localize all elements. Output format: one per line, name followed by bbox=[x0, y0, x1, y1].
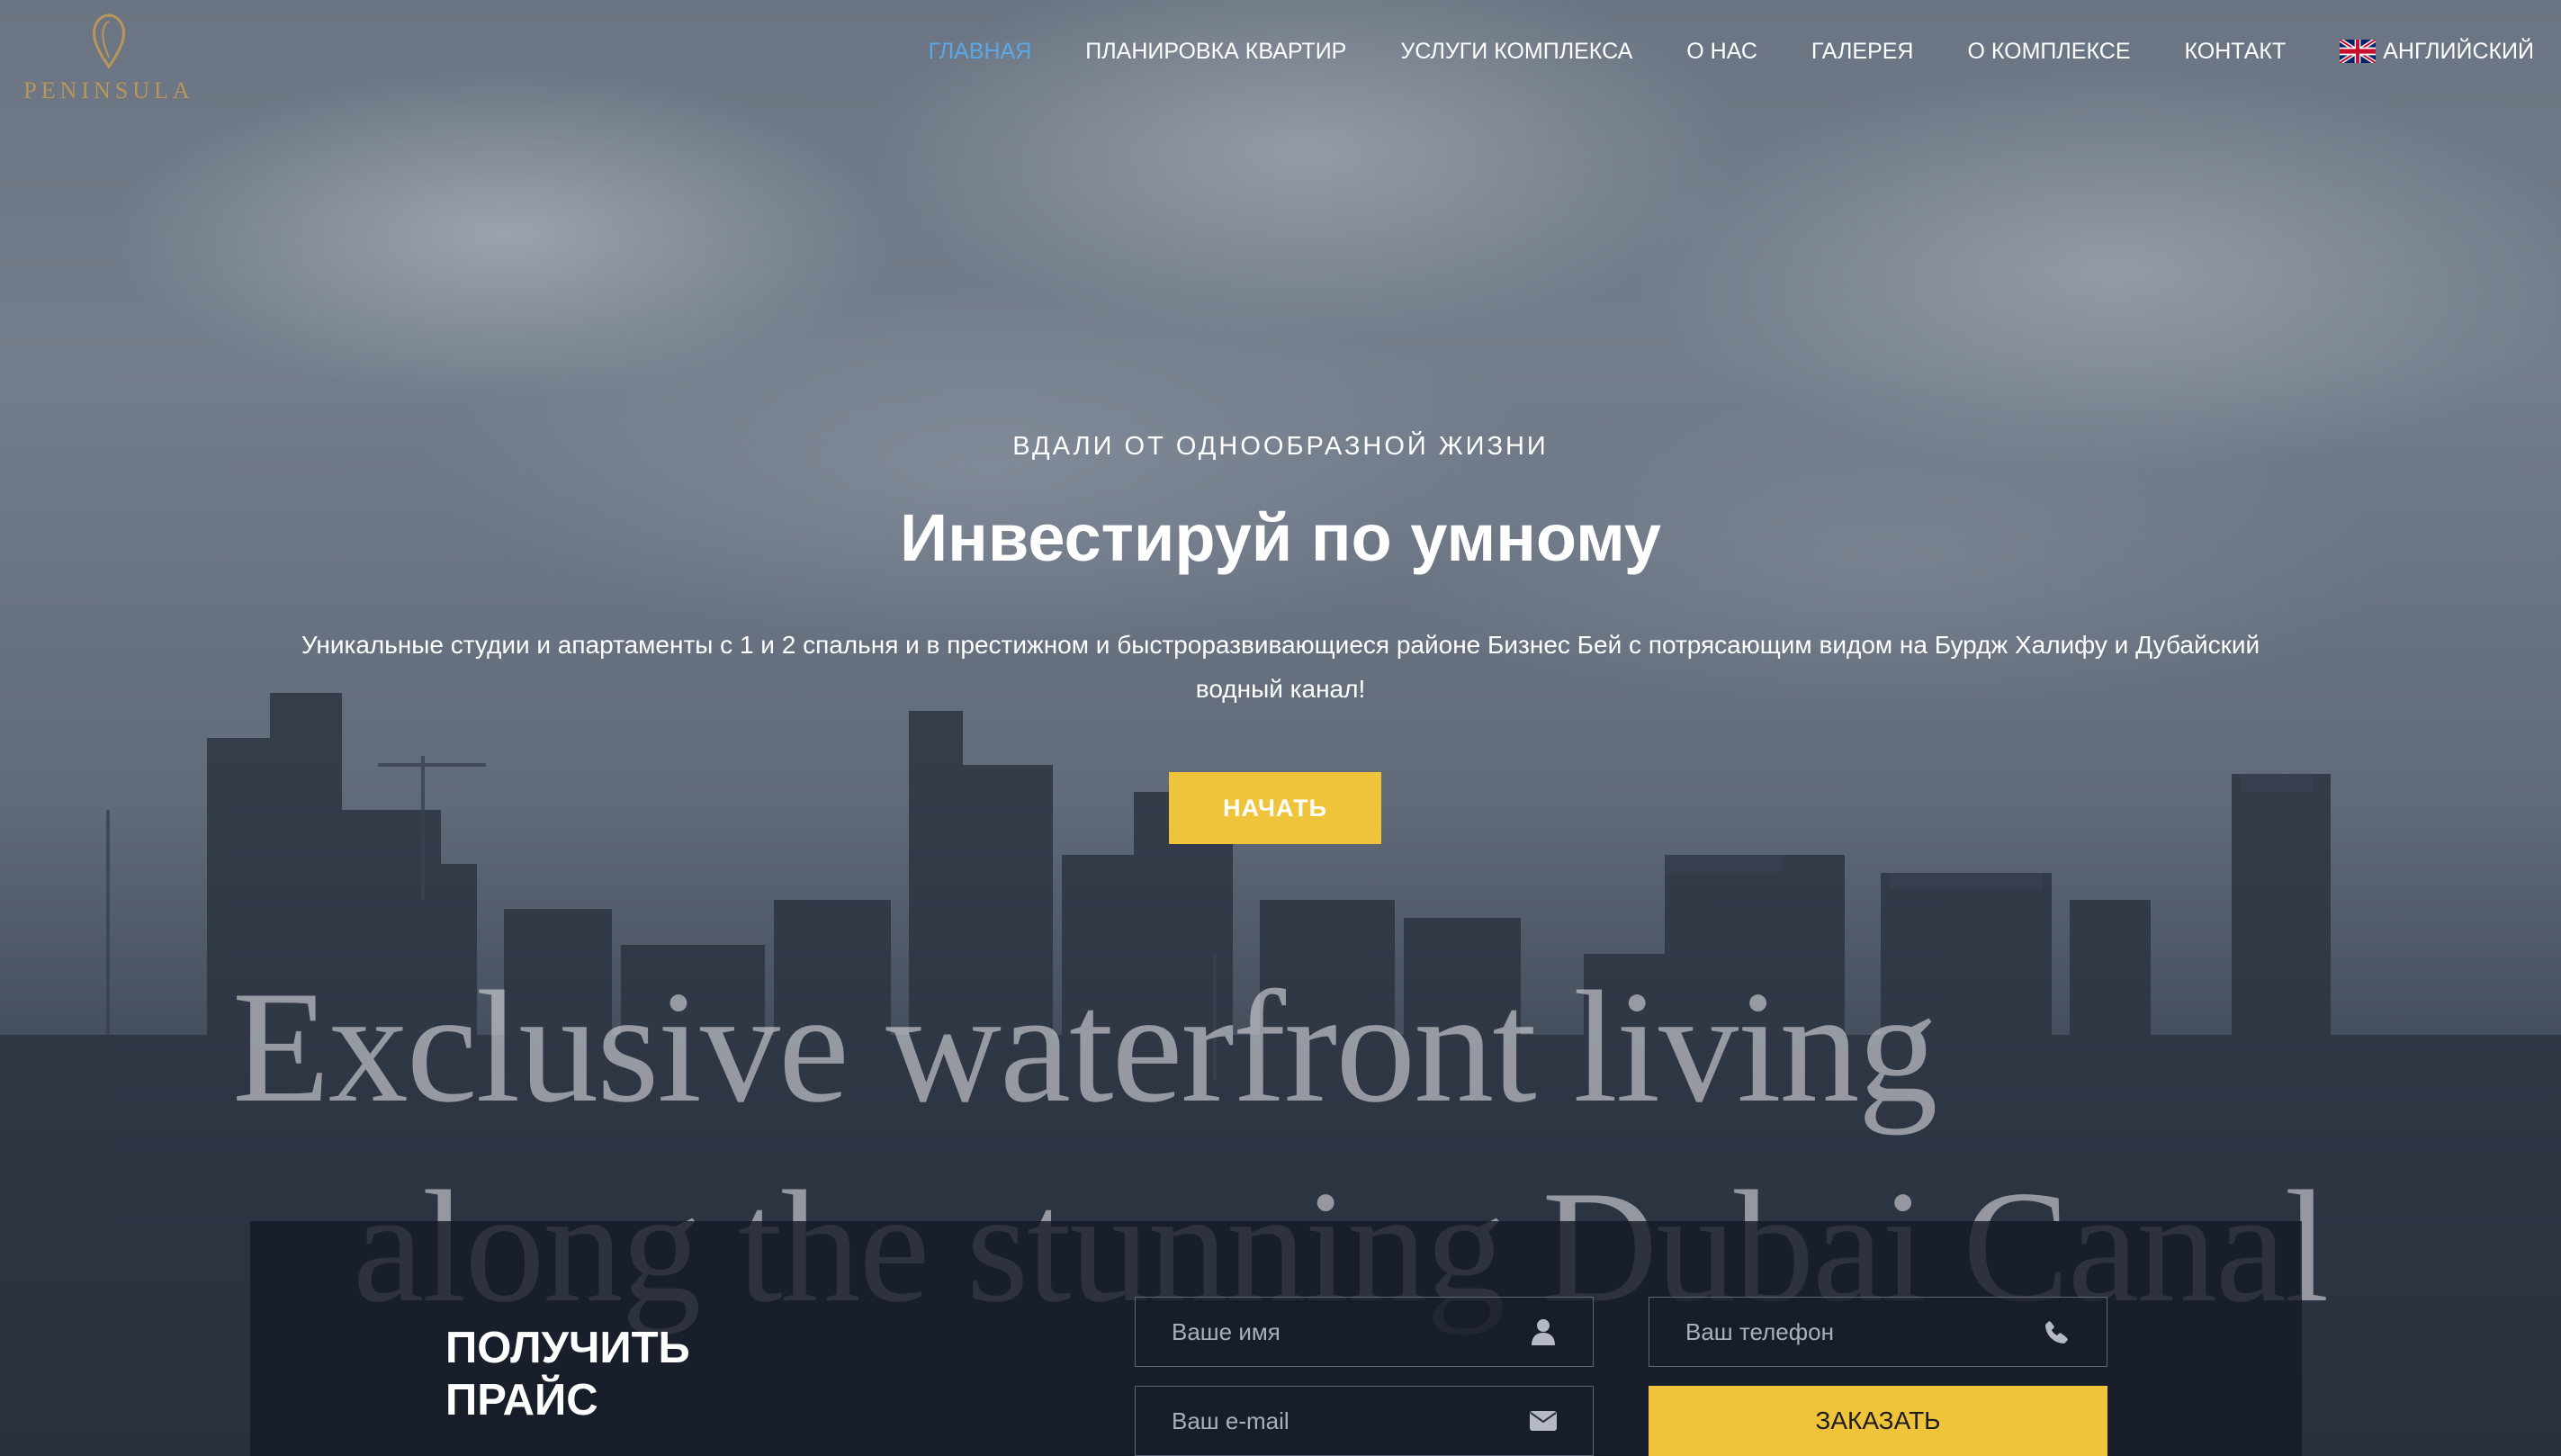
start-button[interactable]: НАЧАТЬ bbox=[1169, 772, 1381, 844]
nav-item-complex[interactable]: О КОМПЛЕКСЕ bbox=[1967, 39, 2130, 65]
form-heading-line2: ПРАЙС bbox=[445, 1376, 598, 1425]
user-icon bbox=[1530, 1318, 1557, 1345]
language-switcher[interactable]: АНГЛИЙСКИЙ bbox=[2340, 39, 2534, 65]
form-heading: ПОЛУЧИТЬ ПРАЙС bbox=[445, 1322, 690, 1426]
hero-title: Инвестируй по умному bbox=[899, 500, 1662, 575]
video-caption-line1: Exclusive waterfront living bbox=[232, 957, 1938, 1136]
email-input[interactable] bbox=[1172, 1407, 1530, 1435]
nav-item-gallery[interactable]: ГАЛЕРЕЯ bbox=[1811, 39, 1914, 65]
price-request-form: ПОЛУЧИТЬ ПРАЙС ЗАКАЗАТЬ bbox=[250, 1221, 2302, 1456]
form-heading-line1: ПОЛУЧИТЬ bbox=[445, 1324, 690, 1372]
logo-text: PENINSULA bbox=[23, 77, 194, 103]
site-logo[interactable]: PENINSULA bbox=[23, 13, 194, 103]
phone-input[interactable] bbox=[1685, 1317, 2044, 1346]
nav-item-amenities[interactable]: УСЛУГИ КОМПЛЕКСА bbox=[1400, 39, 1632, 65]
nav-item-about[interactable]: О НАС bbox=[1686, 39, 1757, 65]
name-input[interactable] bbox=[1172, 1317, 1530, 1346]
nav-item-home[interactable]: ГЛАВНАЯ bbox=[929, 39, 1032, 65]
name-field[interactable] bbox=[1135, 1297, 1594, 1367]
email-field[interactable] bbox=[1135, 1386, 1594, 1456]
order-button[interactable]: ЗАКАЗАТЬ bbox=[1649, 1386, 2107, 1456]
uk-flag-icon bbox=[2340, 40, 2377, 63]
language-label: АНГЛИЙСКИЙ bbox=[2383, 38, 2534, 64]
logo-mark-icon bbox=[93, 13, 125, 69]
phone-icon bbox=[2044, 1318, 2071, 1345]
phone-field[interactable] bbox=[1649, 1297, 2107, 1367]
nav-item-floor-plans[interactable]: ПЛАНИРОВКА КВАРТИР bbox=[1085, 39, 1346, 65]
hero-kicker: ВДАЛИ ОТ ОДНООБРАЗНОЙ ЖИЗНИ bbox=[1012, 432, 1549, 461]
envelope-icon bbox=[1530, 1407, 1557, 1434]
nav-item-contact[interactable]: КОНТАКТ bbox=[2185, 39, 2287, 65]
main-navigation: ГЛАВНАЯ ПЛАНИРОВКА КВАРТИР УСЛУГИ КОМПЛЕ… bbox=[927, 36, 2534, 67]
hero-description: Уникальные студии и апартаменты с 1 и 2 … bbox=[301, 631, 2260, 703]
